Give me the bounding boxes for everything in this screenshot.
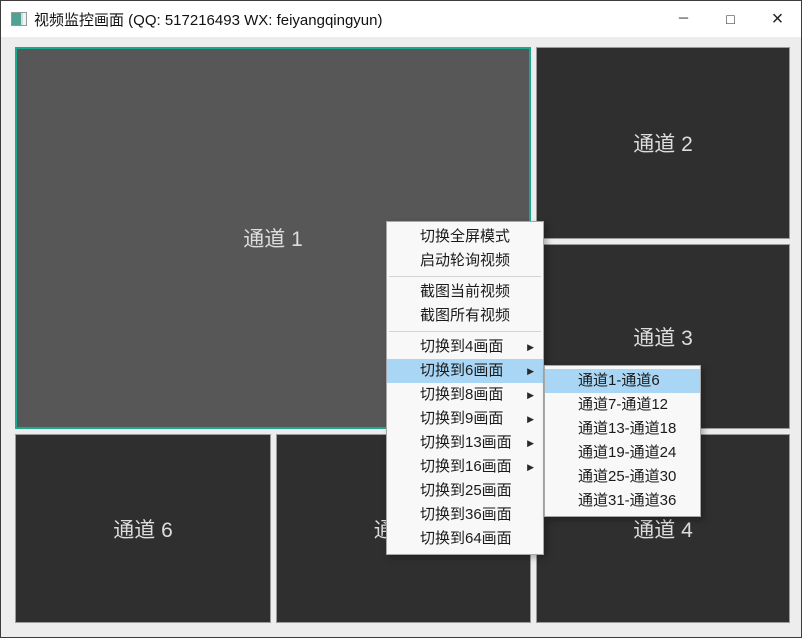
menu-item-label: 切换到4画面: [420, 338, 503, 355]
submenu-item-ch1-6[interactable]: 通道1-通道6: [545, 369, 700, 393]
menu-item-start-polling[interactable]: 启动轮询视频: [387, 249, 543, 273]
submenu-channel-groups: 通道1-通道6 通道7-通道12 通道13-通道18 通道19-通道24 通道2…: [544, 365, 701, 517]
submenu-arrow-icon: ▶: [527, 407, 534, 431]
menu-item-label: 截图所有视频: [420, 307, 510, 324]
close-icon: ×: [772, 8, 784, 31]
submenu-arrow-icon: ▶: [527, 455, 534, 479]
window-title: 视频监控画面 (QQ: 517216493 WX: feiyangqingyun…: [34, 9, 383, 30]
submenu-arrow-icon: ▶: [527, 383, 534, 407]
minimize-button[interactable]: ─: [660, 1, 707, 37]
submenu-item-ch13-18[interactable]: 通道13-通道18: [545, 417, 700, 441]
app-icon: [11, 12, 27, 26]
menu-item-label: 切换到36画面: [420, 506, 512, 523]
minimize-icon: ─: [679, 10, 688, 25]
maximize-button[interactable]: □: [707, 1, 754, 37]
menu-item-label: 切换到6画面: [420, 362, 503, 379]
submenu-item-ch19-24[interactable]: 通道19-通道24: [545, 441, 700, 465]
menu-item-switch-4[interactable]: 切换到4画面 ▶: [387, 335, 543, 359]
menu-item-switch-16[interactable]: 切换到16画面 ▶: [387, 455, 543, 479]
close-button[interactable]: ×: [754, 1, 801, 37]
channel-label: 通道 3: [633, 322, 693, 352]
menu-item-switch-64[interactable]: 切换到64画面: [387, 527, 543, 551]
submenu-arrow-icon: ▶: [527, 335, 534, 359]
menu-item-label: 切换全屏模式: [420, 228, 510, 245]
menu-item-snapshot-all[interactable]: 截图所有视频: [387, 304, 543, 328]
submenu-item-ch25-30[interactable]: 通道25-通道30: [545, 465, 700, 489]
context-menu: 切换全屏模式 启动轮询视频 截图当前视频 截图所有视频 切换到4画面 ▶ 切换到…: [386, 221, 544, 555]
menu-item-label: 切换到64画面: [420, 530, 512, 547]
menu-item-label: 通道19-通道24: [578, 444, 676, 461]
menu-item-switch-13[interactable]: 切换到13画面 ▶: [387, 431, 543, 455]
menu-item-snapshot-current[interactable]: 截图当前视频: [387, 280, 543, 304]
channel-label: 通道 4: [633, 514, 693, 544]
menu-item-label: 通道31-通道36: [578, 492, 676, 509]
channel-label: 通道 1: [243, 223, 303, 253]
submenu-arrow-icon: ▶: [527, 431, 534, 455]
submenu-item-ch31-36[interactable]: 通道31-通道36: [545, 489, 700, 513]
menu-item-switch-25[interactable]: 切换到25画面: [387, 479, 543, 503]
app-window: 视频监控画面 (QQ: 517216493 WX: feiyangqingyun…: [0, 0, 802, 638]
menu-item-label: 截图当前视频: [420, 283, 510, 300]
menu-item-label: 切换到8画面: [420, 386, 503, 403]
video-panel-channel-6[interactable]: 通道 6: [15, 434, 271, 623]
menu-item-switch-8[interactable]: 切换到8画面 ▶: [387, 383, 543, 407]
menu-item-label: 通道7-通道12: [578, 396, 668, 413]
channel-label: 通道 2: [633, 128, 693, 158]
caption-buttons: ─ □ ×: [660, 1, 801, 37]
video-panel-channel-2[interactable]: 通道 2: [536, 47, 790, 239]
menu-item-switch-36[interactable]: 切换到36画面: [387, 503, 543, 527]
menu-item-label: 切换到13画面: [420, 434, 512, 451]
channel-label: 通道 6: [113, 514, 173, 544]
maximize-icon: □: [726, 11, 734, 27]
submenu-item-ch7-12[interactable]: 通道7-通道12: [545, 393, 700, 417]
menu-item-label: 启动轮询视频: [420, 252, 510, 269]
menu-item-switch-6[interactable]: 切换到6画面 ▶: [387, 359, 543, 383]
menu-separator: [389, 331, 541, 332]
title-bar: 视频监控画面 (QQ: 517216493 WX: feiyangqingyun…: [1, 1, 801, 37]
menu-item-label: 切换到25画面: [420, 482, 512, 499]
menu-item-label: 通道1-通道6: [578, 372, 660, 389]
menu-item-label: 通道25-通道30: [578, 468, 676, 485]
menu-item-fullscreen-toggle[interactable]: 切换全屏模式: [387, 225, 543, 249]
submenu-arrow-icon: ▶: [527, 359, 534, 383]
menu-separator: [389, 276, 541, 277]
menu-item-label: 通道13-通道18: [578, 420, 676, 437]
menu-item-switch-9[interactable]: 切换到9画面 ▶: [387, 407, 543, 431]
menu-item-label: 切换到9画面: [420, 410, 503, 427]
menu-item-label: 切换到16画面: [420, 458, 512, 475]
